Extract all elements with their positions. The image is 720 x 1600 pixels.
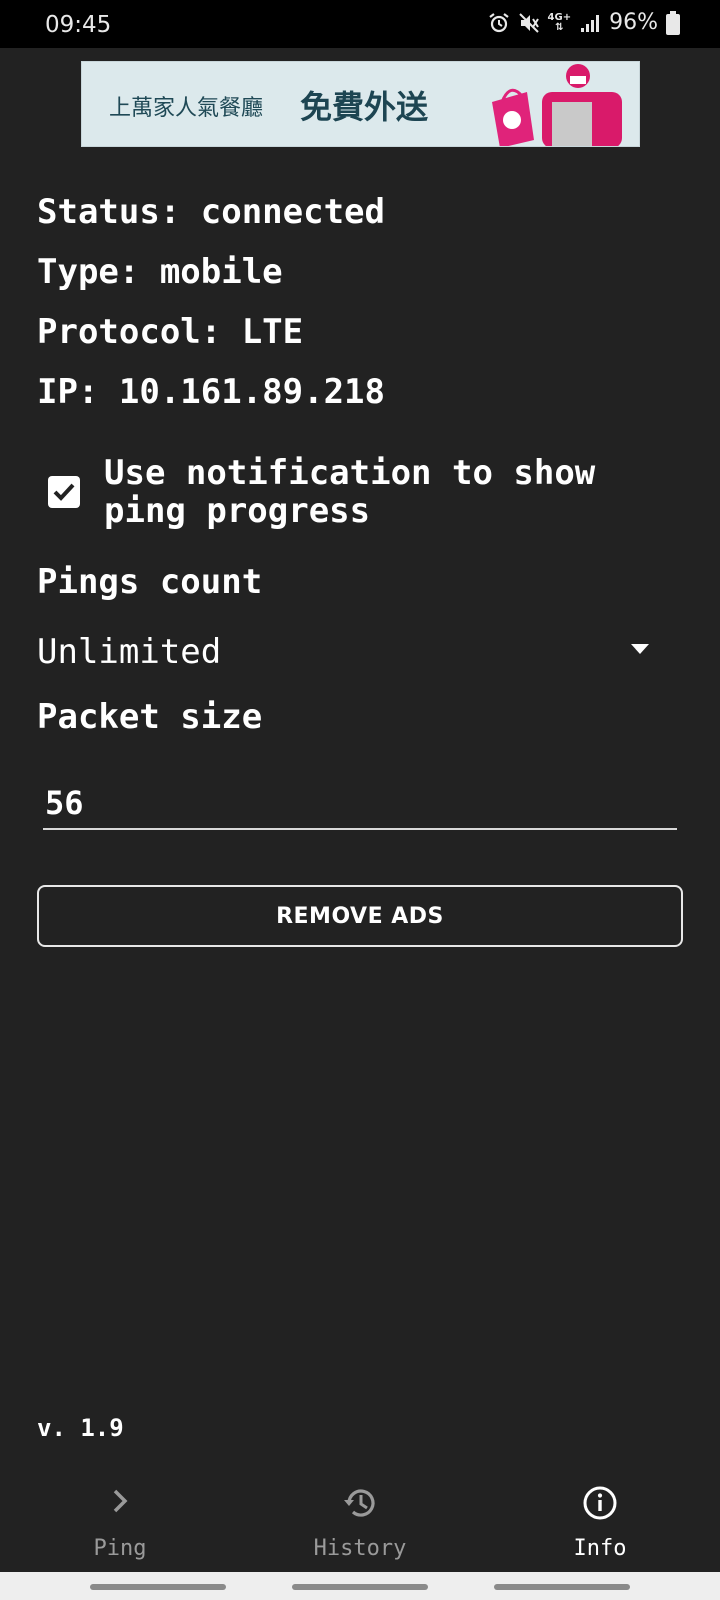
ad-text-small: 上萬家人氣餐廳 [109, 96, 264, 121]
pings-count-select[interactable]: Unlimited [37, 626, 657, 674]
ad-courier-illustration [492, 64, 622, 146]
status-time: 09:45 [45, 12, 112, 38]
gesture-pill-right[interactable] [494, 1584, 630, 1590]
alarm-icon [488, 12, 510, 34]
checkmark-icon [53, 483, 75, 501]
system-gesture-bar [0, 1572, 720, 1600]
packet-size-input[interactable]: 56 [43, 778, 677, 830]
gesture-pill-left[interactable] [90, 1584, 226, 1590]
battery-icon [666, 10, 680, 35]
pings-count-label: Pings count [37, 562, 263, 602]
signal-icon [579, 12, 601, 34]
dropdown-arrow-icon [631, 644, 649, 654]
bottom-navigation: Ping History Info [0, 1472, 720, 1572]
protocol-text: Protocol: LTE [37, 312, 304, 352]
network-label: 4G+ [547, 11, 572, 23]
chevron-right-icon [0, 1484, 240, 1518]
packet-size-value: 56 [45, 784, 84, 822]
remove-ads-button[interactable]: REMOVE ADS [37, 885, 683, 947]
notification-checkbox[interactable] [48, 476, 80, 508]
version-text: v. 1.9 [37, 1414, 124, 1442]
nav-item-info[interactable]: Info [480, 1472, 720, 1572]
nav-label-ping: Ping [93, 1536, 147, 1561]
info-icon [480, 1484, 720, 1522]
pings-count-value: Unlimited [37, 632, 222, 672]
ad-text-big: 免費外送 [300, 88, 429, 126]
network-4g-icon: 4G+ ⇅ [547, 11, 572, 33]
nav-item-history[interactable]: History [240, 1472, 480, 1572]
battery-percent: 96% [609, 10, 658, 35]
mute-icon [518, 12, 540, 34]
gesture-pill-center[interactable] [292, 1584, 428, 1590]
nav-label-info: Info [573, 1536, 627, 1561]
status-text: Status: connected [37, 192, 385, 232]
notification-checkbox-label[interactable]: Use notification to show ping progress [104, 454, 674, 530]
nav-item-ping[interactable]: Ping [0, 1472, 240, 1572]
packet-size-label: Packet size [37, 697, 263, 737]
history-icon [240, 1484, 480, 1522]
ip-text: IP: 10.161.89.218 [37, 372, 385, 412]
ad-banner[interactable]: 上萬家人氣餐廳 免費外送 [81, 61, 640, 147]
nav-label-history: History [313, 1536, 407, 1561]
status-bar: 09:45 4G+ ⇅ 96% [0, 0, 720, 48]
status-icons: 4G+ ⇅ 96% [488, 10, 680, 35]
type-text: Type: mobile [37, 252, 283, 292]
